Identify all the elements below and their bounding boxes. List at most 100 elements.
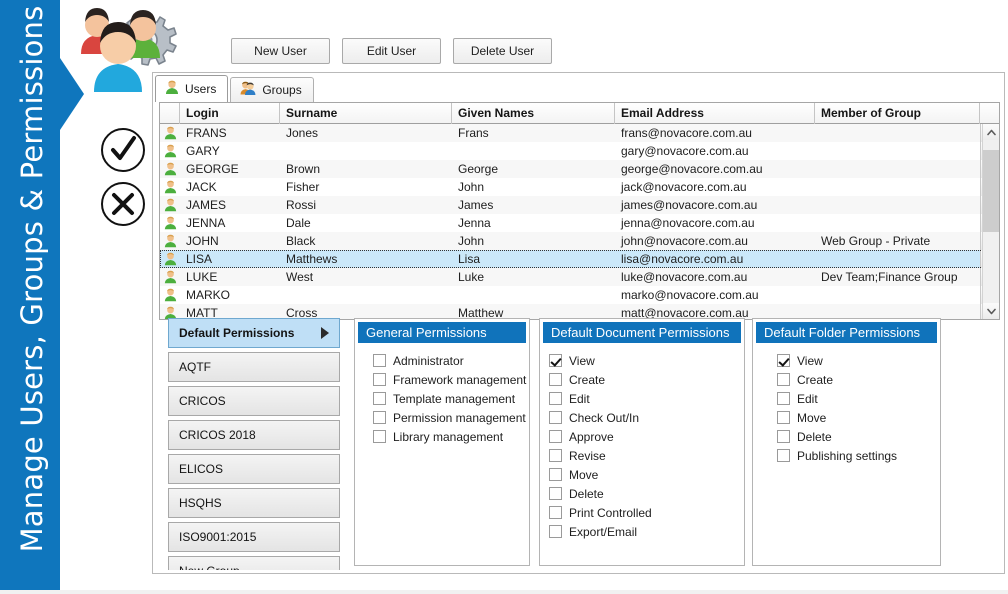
- table-vertical-scrollbar[interactable]: [982, 124, 999, 319]
- document-permission-row[interactable]: View: [540, 351, 744, 370]
- document-permission-checkbox[interactable]: [549, 468, 562, 481]
- folder-permission-checkbox[interactable]: [777, 449, 790, 462]
- table-row[interactable]: GARY gary@novacore.com.au: [160, 142, 999, 160]
- cell-surname: Brown: [286, 162, 321, 176]
- folder-permission-row[interactable]: Edit: [753, 389, 940, 408]
- group-list-item[interactable]: New Group: [168, 556, 340, 570]
- document-permission-row[interactable]: Export/Email: [540, 522, 744, 541]
- table-row[interactable]: JENNA Dale Jenna jenna@novacore.com.au: [160, 214, 999, 232]
- cell-surname: Black: [286, 234, 316, 248]
- cell-login: JACK: [186, 180, 217, 194]
- scroll-up-button[interactable]: [983, 124, 999, 140]
- general-permission-row[interactable]: Library management: [355, 427, 529, 446]
- cell-login: JOHN: [186, 234, 219, 248]
- cell-email: gary@novacore.com.au: [621, 144, 749, 158]
- document-permission-row[interactable]: Delete: [540, 484, 744, 503]
- general-permission-row[interactable]: Template management: [355, 389, 529, 408]
- group-list-item[interactable]: CRICOS 2018: [168, 420, 340, 450]
- delete-user-button[interactable]: Delete User: [453, 38, 552, 64]
- group-list-item[interactable]: HSQHS: [168, 488, 340, 518]
- new-user-button[interactable]: New User: [231, 38, 330, 64]
- table-row[interactable]: LUKE West Luke luke@novacore.com.au Dev Team…: [160, 268, 999, 286]
- row-user-icon: [160, 286, 180, 304]
- cell-given-names: Frans: [458, 126, 489, 140]
- group-list-item[interactable]: Default Permissions: [168, 318, 340, 348]
- table-row[interactable]: FRANS Jones Frans frans@novacore.com.au: [160, 124, 999, 142]
- document-permission-checkbox[interactable]: [549, 506, 562, 519]
- document-permission-row[interactable]: Revise: [540, 446, 744, 465]
- folder-permission-checkbox[interactable]: [777, 373, 790, 386]
- table-row[interactable]: LISA Matthews Lisa lisa@novacore.com.au: [160, 250, 999, 268]
- general-permission-checkbox[interactable]: [373, 430, 386, 443]
- scroll-down-button[interactable]: [983, 303, 999, 319]
- folder-permission-label: Edit: [797, 391, 818, 406]
- general-permission-checkbox[interactable]: [373, 392, 386, 405]
- general-permission-row[interactable]: Administrator: [355, 351, 529, 370]
- document-permission-checkbox[interactable]: [549, 525, 562, 538]
- folder-permission-row[interactable]: Create: [753, 370, 940, 389]
- document-permission-row[interactable]: Edit: [540, 389, 744, 408]
- table-row[interactable]: JOHN Black John john@novacore.com.au Web Gro…: [160, 232, 999, 250]
- document-permission-checkbox[interactable]: [549, 354, 562, 367]
- document-permission-label: Edit: [569, 391, 590, 406]
- document-permission-checkbox[interactable]: [549, 373, 562, 386]
- general-permission-checkbox[interactable]: [373, 354, 386, 367]
- row-user-icon: [160, 124, 180, 142]
- folder-permission-label: View: [797, 353, 823, 368]
- document-permission-checkbox[interactable]: [549, 392, 562, 405]
- tab-groups[interactable]: Groups: [230, 77, 314, 102]
- folder-permission-row[interactable]: Move: [753, 408, 940, 427]
- folder-permission-checkbox[interactable]: [777, 354, 790, 367]
- cell-email: luke@novacore.com.au: [621, 270, 748, 284]
- document-permission-row[interactable]: Move: [540, 465, 744, 484]
- document-permissions-panel: Default Document Permissions View Create E…: [539, 318, 745, 566]
- scrollbar-thumb[interactable]: [983, 150, 999, 232]
- general-permission-row[interactable]: Permission management: [355, 408, 529, 427]
- folder-permission-checkbox[interactable]: [777, 430, 790, 443]
- row-user-icon: [160, 232, 180, 250]
- table-row[interactable]: JAMES Rossi James james@novacore.com.au: [160, 196, 999, 214]
- general-permission-checkbox[interactable]: [373, 411, 386, 424]
- cell-surname: West: [286, 270, 314, 284]
- general-permission-label: Administrator: [393, 353, 464, 368]
- cell-member-of-group: [815, 250, 980, 268]
- folder-permission-row[interactable]: Publishing settings: [753, 446, 940, 465]
- table-row[interactable]: JACK Fisher John jack@novacore.com.au: [160, 178, 999, 196]
- document-permission-row[interactable]: Check Out/In: [540, 408, 744, 427]
- document-permission-row[interactable]: Create: [540, 370, 744, 389]
- table-header-surname[interactable]: Surname: [280, 103, 452, 124]
- cell-given-names: Jenna: [458, 216, 491, 230]
- table-header-login[interactable]: Login: [180, 103, 280, 124]
- general-permission-row[interactable]: Framework management: [355, 370, 529, 389]
- document-permission-checkbox[interactable]: [549, 411, 562, 424]
- table-header-given-names[interactable]: Given Names: [452, 103, 615, 124]
- document-permission-checkbox[interactable]: [549, 487, 562, 500]
- folder-permission-label: Move: [797, 410, 827, 425]
- table-row[interactable]: GEORGE Brown George george@novacore.com.au: [160, 160, 999, 178]
- document-permission-checkbox[interactable]: [549, 449, 562, 462]
- general-permission-checkbox[interactable]: [373, 373, 386, 386]
- group-list-item[interactable]: ELICOS: [168, 454, 340, 484]
- table-header-email[interactable]: Email Address: [615, 103, 815, 124]
- folder-permission-label: Delete: [797, 429, 832, 444]
- folder-permission-row[interactable]: View: [753, 351, 940, 370]
- table-header-member-of-group[interactable]: Member of Group: [815, 103, 980, 124]
- cell-email: frans@novacore.com.au: [621, 126, 752, 140]
- folder-permission-row[interactable]: Delete: [753, 427, 940, 446]
- document-permission-row[interactable]: Print Controlled: [540, 503, 744, 522]
- general-permission-label: Framework management: [393, 372, 527, 387]
- tab-users[interactable]: Users: [155, 75, 229, 102]
- document-permission-checkbox[interactable]: [549, 430, 562, 443]
- group-list-item[interactable]: AQTF: [168, 352, 340, 382]
- edit-user-button[interactable]: Edit User: [342, 38, 441, 64]
- folder-permission-checkbox[interactable]: [777, 392, 790, 405]
- group-list-item[interactable]: CRICOS: [168, 386, 340, 416]
- cell-given-names: John: [458, 234, 485, 248]
- table-row[interactable]: MARKO marko@novacore.com.au: [160, 286, 999, 304]
- folder-permission-checkbox[interactable]: [777, 411, 790, 424]
- document-permission-row[interactable]: Approve: [540, 427, 744, 446]
- table-header-row: Login Surname Given Names Email Address …: [160, 103, 999, 124]
- group-list-item-label: ELICOS: [179, 462, 224, 476]
- group-list-item[interactable]: ISO9001:2015: [168, 522, 340, 552]
- table-header-icon[interactable]: [160, 103, 180, 124]
